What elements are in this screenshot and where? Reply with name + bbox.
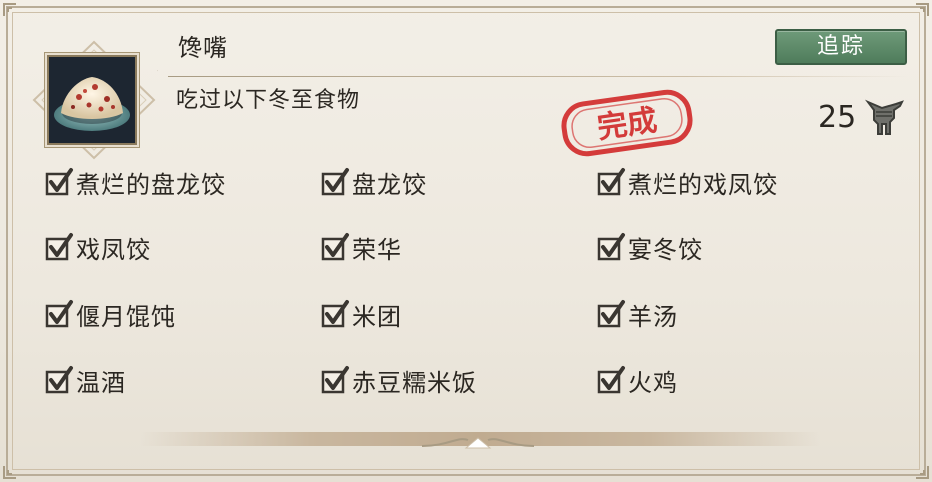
corner-ornament [3, 3, 16, 16]
checkbox-checked-icon [597, 168, 625, 196]
checklist-item-label: 荣华 [352, 235, 402, 264]
checkbox-checked-icon [321, 233, 349, 261]
checklist-item-label: 火鸡 [628, 368, 678, 397]
checkbox-checked-icon [45, 168, 73, 196]
checklist-item-label: 宴冬饺 [628, 235, 703, 264]
checklist-item-label: 米团 [352, 302, 402, 331]
checkbox-checked-icon [321, 168, 349, 196]
checklist-item-label: 偃月馄饨 [76, 302, 176, 331]
rice-dish-icon [54, 77, 130, 131]
checkbox-checked-icon [45, 366, 73, 394]
reward-amount: 25 [818, 100, 857, 135]
track-button[interactable]: 追踪 [775, 29, 907, 65]
checklist-item-label: 羊汤 [628, 302, 678, 331]
checklist-item-label: 戏凤饺 [76, 235, 151, 264]
food-icon-frame [47, 55, 137, 145]
checklist-item-label: 煮烂的戏凤饺 [628, 170, 778, 199]
checklist-item: 宴冬饺 [596, 229, 703, 265]
achievement-panel: 馋嘴 吃过以下冬至食物 追踪 完成 25 煮烂的盘龙饺 盘龙饺 煮烂的戏凤饺戏凤饺 荣… [0, 0, 932, 482]
checklist-item: 赤豆糯米饭 [320, 362, 477, 398]
checklist-item-label: 温酒 [76, 368, 126, 397]
title-divider [168, 76, 908, 77]
checklist-item: 温酒 [44, 362, 126, 398]
checklist-item: 偃月馄饨 [44, 296, 176, 332]
checklist-item: 盘龙饺 [320, 164, 427, 200]
checklist-item: 荣华 [320, 229, 402, 265]
corner-ornament [3, 466, 16, 479]
completed-stamp: 完成 [561, 89, 693, 157]
checkbox-checked-icon [45, 300, 73, 328]
bronze-goblet-icon [864, 99, 904, 135]
checklist-item-label: 盘龙饺 [352, 170, 427, 199]
checkbox-checked-icon [321, 366, 349, 394]
checklist-item: 米团 [320, 296, 402, 332]
checklist-item: 戏凤饺 [44, 229, 151, 265]
checklist-item: 煮烂的戏凤饺 [596, 164, 778, 200]
corner-ornament [916, 466, 929, 479]
checklist-item-label: 赤豆糯米饭 [352, 368, 477, 397]
checkbox-checked-icon [321, 300, 349, 328]
checklist-item: 火鸡 [596, 362, 678, 398]
collapse-arrow-icon[interactable] [418, 430, 538, 456]
checklist-item: 羊汤 [596, 296, 678, 332]
checkbox-checked-icon [597, 366, 625, 394]
checkbox-checked-icon [597, 233, 625, 261]
corner-ornament [916, 3, 929, 16]
achievement-title: 馋嘴 [178, 34, 228, 62]
checkbox-checked-icon [45, 233, 73, 261]
achievement-description: 吃过以下冬至食物 [176, 88, 361, 113]
checkbox-checked-icon [597, 300, 625, 328]
checklist-item: 煮烂的盘龙饺 [44, 164, 226, 200]
checklist-item-label: 煮烂的盘龙饺 [76, 170, 226, 199]
